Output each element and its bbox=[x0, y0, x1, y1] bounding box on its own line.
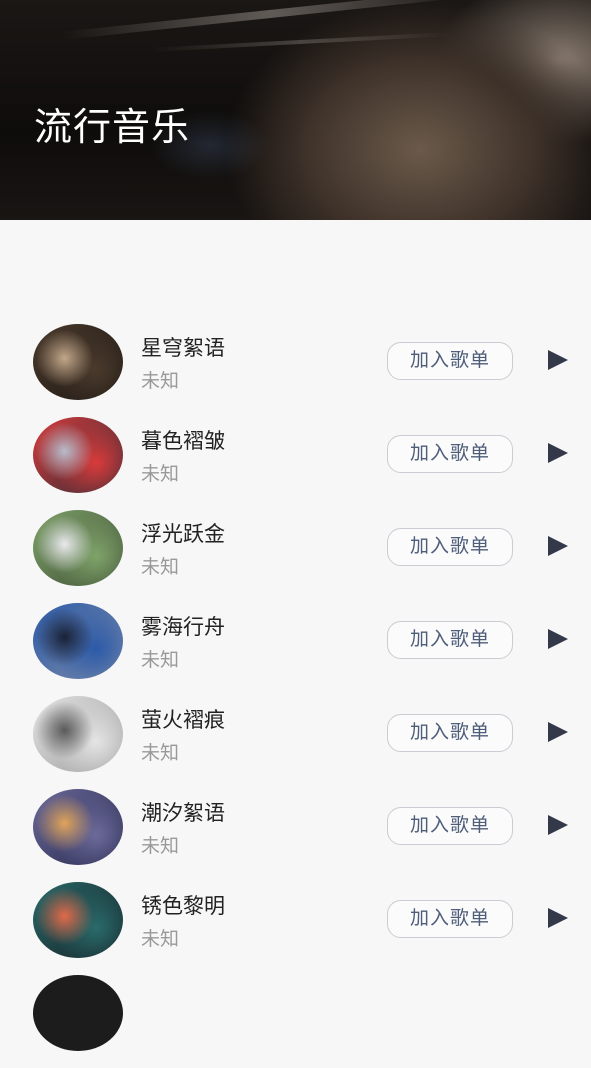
album-cover[interactable] bbox=[33, 603, 123, 679]
add-to-playlist-button[interactable]: 加入歌单 bbox=[387, 342, 513, 380]
song-artist: 未知 bbox=[141, 928, 180, 950]
add-to-playlist-button[interactable]: 加入歌单 bbox=[387, 900, 513, 938]
song-artist: 未知 bbox=[141, 463, 180, 485]
song-artist: 未知 bbox=[141, 556, 180, 578]
song-title: 锈色黎明 bbox=[141, 894, 225, 918]
song-title: 潮汐絮语 bbox=[141, 801, 225, 825]
add-to-playlist-button[interactable]: 加入歌单 bbox=[387, 621, 513, 659]
song-title: 雾海行舟 bbox=[141, 615, 225, 639]
song-artist: 未知 bbox=[141, 835, 180, 857]
album-cover[interactable] bbox=[33, 324, 123, 400]
song-title: 浮光跃金 bbox=[141, 522, 225, 546]
add-to-playlist-button[interactable]: 加入歌单 bbox=[387, 807, 513, 845]
add-to-playlist-button[interactable]: 加入歌单 bbox=[387, 714, 513, 752]
banner-light-streak bbox=[150, 32, 450, 52]
song-row[interactable]: 锈色黎明 未知 加入歌单 bbox=[0, 882, 591, 975]
play-icon[interactable] bbox=[548, 815, 568, 835]
album-cover[interactable] bbox=[33, 789, 123, 865]
add-to-playlist-button[interactable]: 加入歌单 bbox=[387, 435, 513, 473]
album-cover[interactable] bbox=[33, 696, 123, 772]
song-title: 星穹絮语 bbox=[141, 336, 225, 360]
song-row[interactable]: 星穹絮语 未知 加入歌单 bbox=[0, 324, 591, 417]
song-list[interactable]: 星穹絮语 未知 加入歌单 暮色褶皱 未知 加入歌单 浮光跃金 未知 加入歌单 雾… bbox=[0, 324, 591, 1068]
song-artist: 未知 bbox=[141, 742, 180, 764]
play-icon[interactable] bbox=[548, 536, 568, 556]
header-banner: 流行音乐 bbox=[0, 0, 591, 220]
page-title: 流行音乐 bbox=[34, 105, 191, 149]
play-icon[interactable] bbox=[548, 908, 568, 928]
play-icon[interactable] bbox=[548, 629, 568, 649]
song-artist: 未知 bbox=[141, 649, 180, 671]
song-row[interactable]: 浮光跃金 未知 加入歌单 bbox=[0, 510, 591, 603]
album-cover[interactable] bbox=[33, 975, 123, 1051]
song-row[interactable]: 雾海行舟 未知 加入歌单 bbox=[0, 603, 591, 696]
add-to-playlist-button[interactable]: 加入歌单 bbox=[387, 528, 513, 566]
play-icon[interactable] bbox=[548, 722, 568, 742]
play-icon[interactable] bbox=[548, 443, 568, 463]
album-cover[interactable] bbox=[33, 510, 123, 586]
song-title: 暮色褶皱 bbox=[141, 429, 225, 453]
song-row[interactable]: 潮汐絮语 未知 加入歌单 bbox=[0, 789, 591, 882]
album-cover[interactable] bbox=[33, 417, 123, 493]
album-cover[interactable] bbox=[33, 882, 123, 958]
song-artist: 未知 bbox=[141, 370, 180, 392]
song-title: 萤火褶痕 bbox=[141, 708, 225, 732]
song-row[interactable]: 萤火褶痕 未知 加入歌单 bbox=[0, 696, 591, 789]
play-icon[interactable] bbox=[548, 350, 568, 370]
song-row[interactable]: 暮色褶皱 未知 加入歌单 bbox=[0, 417, 591, 510]
song-row-partial[interactable] bbox=[0, 975, 591, 1068]
